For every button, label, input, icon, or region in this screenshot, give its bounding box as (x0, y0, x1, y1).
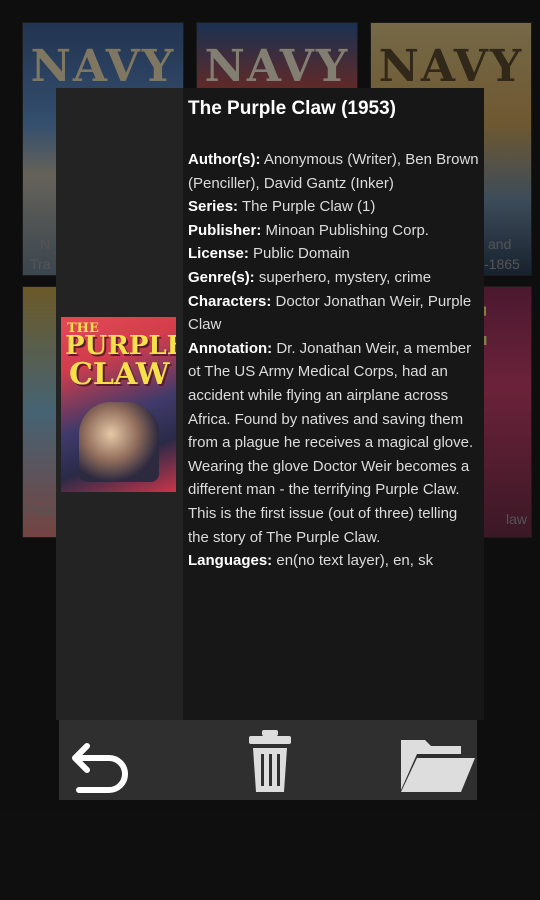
authors-row: Author(s): Anonymous (Writer), Ben Brown… (188, 148, 482, 195)
languages-row: Languages: en(no text layer), en, sk (188, 549, 482, 573)
authors-label: Author(s): (188, 151, 261, 168)
annotation-row: Annotation: Dr. Jonathan Weir, a member … (188, 337, 482, 455)
delete-button[interactable] (243, 726, 297, 794)
license-label: License: (188, 245, 249, 263)
characters-label: Characters: (188, 292, 272, 310)
languages-value: en(no text layer), en, sk (276, 552, 434, 570)
open-folder-button[interactable] (397, 726, 477, 794)
annotation-paragraph: This is the first issue (out of three) t… (188, 504, 458, 546)
dialog-action-bar (59, 720, 477, 800)
genres-row: Genre(s): superhero, mystery, crime (188, 266, 482, 290)
series-label: Series: (188, 198, 239, 216)
series-row: Series: The Purple Claw (1) (188, 195, 482, 219)
license-value: Public Domain (253, 245, 350, 263)
book-cover-thumbnail: THE PURPLE CLAW (61, 317, 176, 492)
annotation-label: Annotation: (188, 339, 273, 357)
undo-icon (72, 743, 128, 793)
cover-title-line2: CLAW (69, 357, 170, 392)
characters-row: Characters: Doctor Jonathan Weir, Purple… (188, 290, 482, 337)
book-info-dialog: THE PURPLE CLAW The Purple Claw (1953) A… (56, 88, 484, 720)
cover-illustration (79, 402, 159, 482)
series-value: The Purple Claw (1) (241, 198, 376, 216)
genres-label: Genre(s): (188, 268, 255, 286)
license-row: License: Public Domain (188, 242, 482, 266)
languages-label: Languages: (188, 552, 273, 570)
book-title: The Purple Claw (1953) (188, 98, 397, 119)
bottom-area (0, 810, 540, 900)
trash-icon (249, 730, 291, 792)
publisher-row: Publisher: Minoan Publishing Corp. (188, 219, 482, 243)
back-button[interactable] (65, 726, 135, 794)
publisher-value: Minoan Publishing Corp. (265, 221, 429, 239)
book-details: The Purple Claw (1953) Author(s): Anonym… (188, 98, 482, 573)
genres-value: superhero, mystery, crime (258, 268, 432, 286)
annotation-paragraph: Wearing the glove Doctor Weir becomes a … (188, 457, 470, 499)
folder-icon (401, 740, 475, 792)
publisher-label: Publisher: (188, 221, 262, 239)
thumbnail-column: THE PURPLE CLAW (56, 88, 183, 720)
